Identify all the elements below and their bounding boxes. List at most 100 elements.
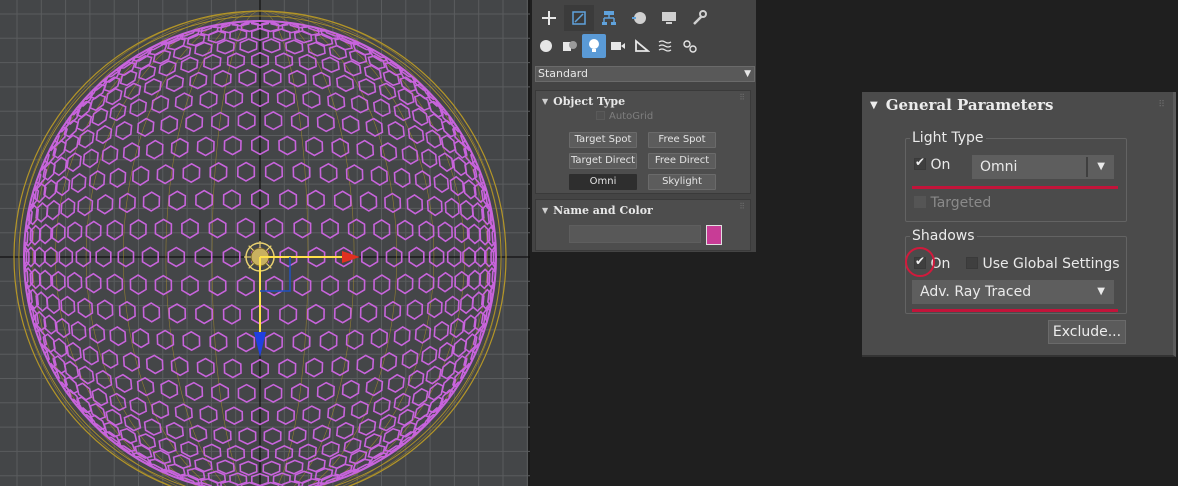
geosphere-cell bbox=[172, 454, 192, 470]
skylight-button[interactable]: Skylight bbox=[648, 174, 716, 190]
free-direct-button[interactable]: Free Direct bbox=[648, 153, 716, 169]
geosphere-cell bbox=[165, 421, 185, 440]
object-color-swatch[interactable] bbox=[706, 225, 722, 245]
geosphere-cell bbox=[272, 28, 291, 42]
motion-tab[interactable] bbox=[624, 5, 654, 31]
display-tab[interactable] bbox=[654, 5, 684, 31]
create-categories bbox=[534, 34, 702, 58]
geosphere-cell bbox=[276, 88, 296, 108]
geosphere-cell bbox=[145, 139, 164, 160]
rollout-grip-icon[interactable]: ⠿ bbox=[739, 93, 745, 102]
geosphere-cell bbox=[440, 360, 457, 380]
geosphere-cell bbox=[396, 219, 414, 241]
general-parameters-header[interactable]: ▼ General Parameters bbox=[870, 96, 1054, 114]
spacewarps-category[interactable] bbox=[654, 34, 678, 58]
geosphere-cell bbox=[393, 392, 411, 412]
geosphere-cell bbox=[437, 271, 453, 293]
modify-icon bbox=[572, 11, 586, 25]
light-on-checkbox[interactable]: On bbox=[914, 155, 950, 173]
geosphere-cell bbox=[101, 145, 119, 165]
geosphere-cell bbox=[199, 90, 218, 109]
cameras-category[interactable] bbox=[606, 34, 630, 58]
geosphere-cell bbox=[160, 379, 179, 399]
rollout-title: General Parameters bbox=[885, 96, 1054, 114]
geosphere-cell bbox=[55, 175, 71, 197]
systems-category[interactable] bbox=[678, 34, 702, 58]
rollout-grip-icon[interactable]: ⠿ bbox=[1158, 100, 1165, 110]
name-and-color-header[interactable]: ▼ Name and Color bbox=[536, 200, 750, 220]
rollout-grip-icon[interactable]: ⠿ bbox=[739, 202, 745, 211]
light-type-dropdown[interactable]: Omni ▼ bbox=[972, 155, 1114, 179]
geosphere-cell bbox=[224, 88, 244, 108]
exclude-button[interactable]: Exclude... bbox=[1048, 320, 1126, 344]
collapse-triangle-icon: ▼ bbox=[870, 100, 878, 111]
geosphere-cell bbox=[88, 170, 106, 191]
targeted-checkbox[interactable]: Targeted bbox=[914, 195, 991, 211]
geosphere-cell bbox=[199, 405, 218, 424]
lights-category[interactable] bbox=[582, 34, 606, 58]
free-spot-button[interactable]: Free Spot bbox=[648, 132, 716, 148]
geosphere-cell bbox=[365, 117, 384, 138]
perspective-viewport[interactable] bbox=[0, 0, 530, 486]
geosphere-cell bbox=[285, 39, 304, 55]
geosphere-cell bbox=[438, 152, 454, 173]
geometry-icon bbox=[540, 40, 552, 52]
geosphere-cell bbox=[440, 134, 457, 154]
geosphere-cell bbox=[401, 349, 419, 369]
geosphere-cell bbox=[156, 329, 175, 350]
geosphere-cell bbox=[160, 115, 179, 135]
object-category-dropdown[interactable]: Standard ▼ bbox=[535, 66, 755, 82]
hierarchy-tab[interactable] bbox=[594, 5, 624, 31]
geosphere-cell bbox=[85, 272, 102, 294]
geosphere-cell bbox=[55, 317, 71, 339]
geosphere-cell bbox=[333, 303, 352, 324]
utilities-tab[interactable] bbox=[684, 5, 714, 31]
shapes-category[interactable] bbox=[558, 34, 582, 58]
geosphere-cell bbox=[316, 112, 335, 133]
geosphere-cell bbox=[347, 218, 366, 240]
geosphere-cell bbox=[316, 381, 335, 402]
shadow-type-dropdown[interactable]: Adv. Ray Traced ▼ bbox=[912, 280, 1114, 304]
chevron-down-icon: ▼ bbox=[1097, 161, 1105, 172]
checkbox-icon bbox=[596, 111, 605, 120]
command-panel-tabs bbox=[534, 5, 714, 31]
use-global-settings-checkbox[interactable]: Use Global Settings bbox=[966, 256, 1120, 272]
checkbox-icon bbox=[966, 257, 978, 269]
geosphere-cell bbox=[292, 161, 311, 183]
geosphere-cell bbox=[414, 323, 432, 344]
geosphere-cell bbox=[101, 349, 119, 369]
geosphere-cell bbox=[174, 92, 193, 111]
targeted-label: Targeted bbox=[930, 195, 992, 211]
light-type-value: Omni bbox=[980, 159, 1018, 175]
geosphere-cell bbox=[136, 376, 155, 397]
chevron-down-icon: ▼ bbox=[1097, 286, 1105, 297]
geosphere-cell bbox=[335, 421, 355, 440]
geosphere-cell bbox=[288, 69, 307, 88]
highlight-underline bbox=[912, 186, 1118, 189]
object-name-input[interactable] bbox=[569, 225, 701, 243]
modify-tab[interactable] bbox=[564, 5, 594, 31]
viewport-scene[interactable] bbox=[0, 0, 530, 486]
light-type-legend: Light Type bbox=[910, 130, 986, 146]
shapes-icon bbox=[563, 41, 577, 51]
geosphere-cell bbox=[427, 382, 444, 401]
geosphere-cell bbox=[345, 329, 364, 350]
geosphere-cell bbox=[449, 317, 465, 339]
geosphere-cell bbox=[63, 134, 80, 154]
geosphere-cell bbox=[265, 217, 284, 239]
geosphere-cell bbox=[319, 330, 338, 352]
helpers-category[interactable] bbox=[630, 34, 654, 58]
geosphere-cell bbox=[396, 273, 414, 295]
geosphere-cell bbox=[265, 275, 284, 297]
geosphere-cell bbox=[302, 405, 321, 424]
target-spot-button[interactable]: Target Spot bbox=[569, 132, 637, 148]
geosphere-cell bbox=[321, 56, 340, 73]
omni-button[interactable]: Omni bbox=[569, 174, 637, 190]
geosphere-cell bbox=[82, 148, 99, 169]
geosphere-cell bbox=[136, 117, 155, 138]
geosphere-cell bbox=[459, 293, 474, 315]
target-direct-button[interactable]: Target Direct bbox=[569, 153, 637, 169]
object-type-header[interactable]: ▼ Object Type bbox=[536, 91, 750, 111]
geometry-category[interactable] bbox=[534, 34, 558, 58]
create-tab[interactable] bbox=[534, 5, 564, 31]
